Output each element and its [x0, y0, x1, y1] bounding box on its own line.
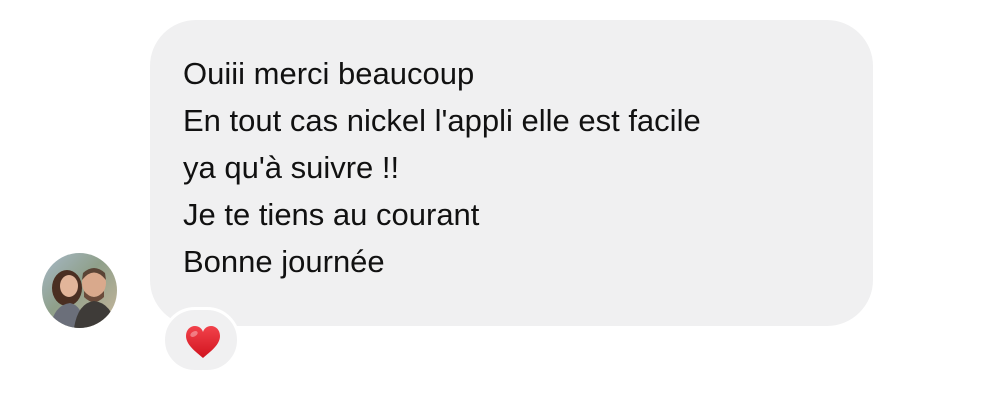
- message-line: Je te tiens au courant: [183, 197, 480, 232]
- message-line: En tout cas nickel l'appli elle est faci…: [183, 103, 701, 138]
- message-bubble[interactable]: Ouiii merci beaucoup En tout cas nickel …: [150, 20, 873, 326]
- message-line: ya qu'à suivre !!: [183, 150, 400, 185]
- red-heart-icon: [186, 326, 220, 358]
- chat-thread: Ouiii merci beaucoup En tout cas nickel …: [0, 0, 1000, 400]
- avatar-photo: [42, 253, 117, 328]
- reaction-badge[interactable]: [162, 307, 240, 373]
- message-line: Bonne journée: [183, 244, 385, 279]
- message-line: Ouiii merci beaucoup: [183, 56, 475, 91]
- sender-avatar[interactable]: [42, 253, 117, 328]
